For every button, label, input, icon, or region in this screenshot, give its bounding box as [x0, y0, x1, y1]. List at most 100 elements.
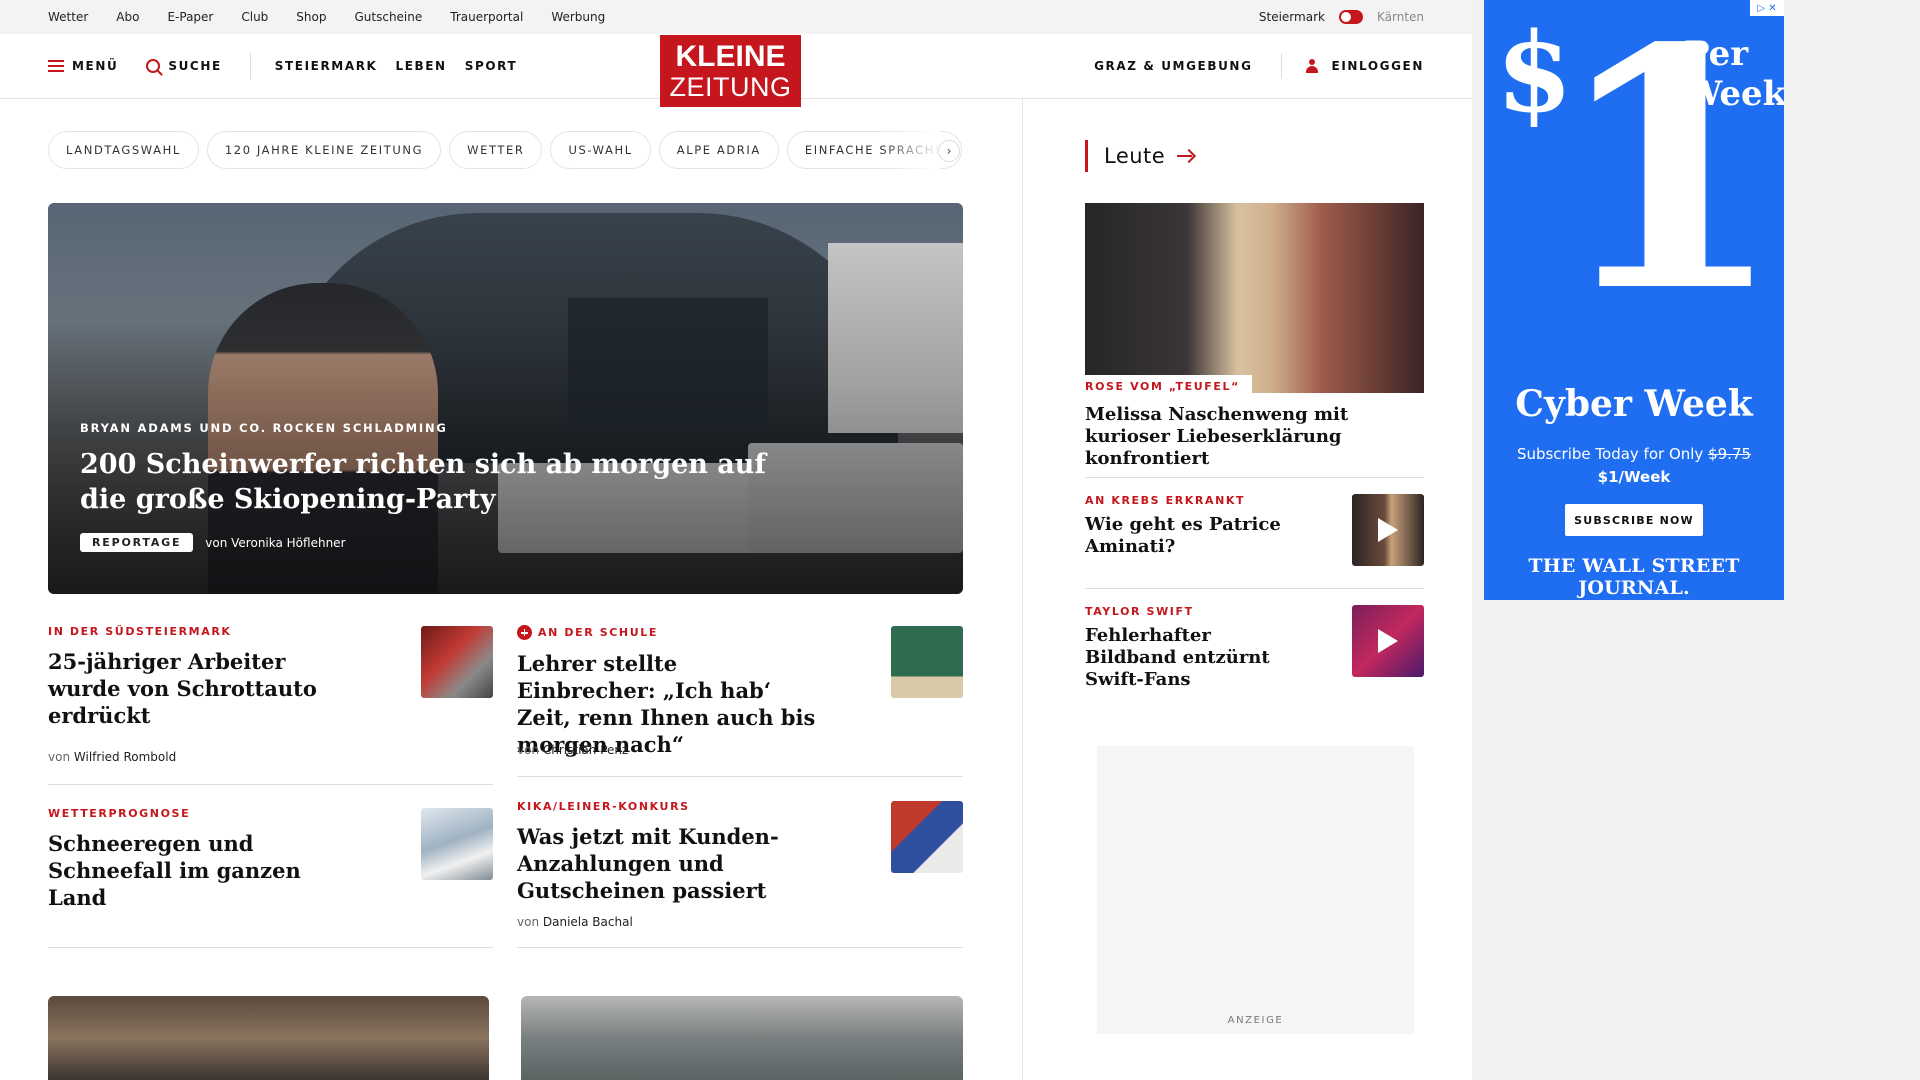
- article-author: von Christian Penz: [517, 743, 628, 757]
- article-image-bottom-right[interactable]: [521, 996, 963, 1080]
- article-card[interactable]: WETTERPROGNOSE Schneeregen und Schneefal…: [48, 807, 493, 910]
- utility-link-werbung[interactable]: Werbung: [551, 10, 605, 24]
- header-right: GRAZ & UMGEBUNG EINLOGGEN: [1094, 34, 1424, 98]
- article-thumbnail[interactable]: [421, 626, 493, 698]
- ad-old-price: $9.75: [1708, 445, 1752, 463]
- pills-fade: [880, 131, 940, 169]
- play-icon: [1378, 629, 1398, 653]
- wsj-advertisement[interactable]: ▷ ✕ $ 1 Per Week Cyber Week Subscribe To…: [1484, 0, 1784, 600]
- pill-us-wahl[interactable]: US-WAHL: [550, 131, 651, 169]
- author-name[interactable]: Wilfried Rombold: [74, 750, 176, 764]
- ad-placeholder: ANZEIGE: [1097, 746, 1414, 1034]
- login-button[interactable]: EINLOGGEN: [1305, 59, 1424, 73]
- logo-line-1: KLEINE: [675, 40, 786, 73]
- article-card[interactable]: KIKA/LEINER-KONKURS Was jetzt mit Kunden…: [517, 800, 963, 940]
- author-prefix: von: [517, 743, 540, 757]
- author-prefix: von: [517, 915, 540, 929]
- utility-link-epaper[interactable]: E-Paper: [167, 10, 213, 24]
- utility-bar: Wetter Abo E-Paper Club Shop Gutscheine …: [0, 0, 1472, 34]
- topic-pills: LANDTAGSWAHL 120 JAHRE KLEINE ZEITUNG WE…: [48, 131, 968, 169]
- author-name[interactable]: Christian Penz: [543, 743, 628, 757]
- video-item[interactable]: AN KREBS ERKRANKT Wie geht es Patrice Am…: [1085, 494, 1424, 566]
- subscribe-now-button[interactable]: SUBSCRIBE NOW: [1565, 504, 1703, 536]
- article-thumbnail[interactable]: [891, 801, 963, 873]
- divider: [48, 947, 493, 948]
- section-heading-leute[interactable]: Leute: [1085, 140, 1195, 172]
- video-thumbnail[interactable]: [1352, 605, 1424, 677]
- hamburger-icon: [48, 60, 64, 72]
- article-title[interactable]: Lehrer stellte Einbrecher: „Ich hab‘ Zei…: [517, 650, 817, 758]
- arrow-right-icon: [1177, 150, 1195, 162]
- article-title[interactable]: Was jetzt mit Kunden-Anzahlungen und Gut…: [517, 823, 817, 904]
- divider: [48, 784, 493, 785]
- login-label: EINLOGGEN: [1331, 59, 1424, 73]
- user-icon: [1305, 59, 1318, 73]
- utility-links: Wetter Abo E-Paper Club Shop Gutscheine …: [48, 0, 633, 34]
- article-image-bottom-left[interactable]: [48, 996, 489, 1080]
- pill-landtagswahl[interactable]: LANDTAGSWAHL: [48, 131, 199, 169]
- region-toggle[interactable]: [1338, 10, 1363, 24]
- article-card[interactable]: AN DER SCHULE Lehrer stellte Einbrecher:…: [517, 625, 963, 760]
- author-name[interactable]: Daniela Bachal: [543, 915, 633, 929]
- region-link-label: GRAZ & UMGEBUNG: [1094, 59, 1253, 73]
- pill-wetter[interactable]: WETTER: [449, 131, 543, 169]
- play-icon: [1378, 518, 1398, 542]
- page: Wetter Abo E-Paper Club Shop Gutscheine …: [0, 0, 1472, 1080]
- nav-sport[interactable]: SPORT: [465, 59, 518, 73]
- video-title[interactable]: Fehlerhafter Bildband entzürnt Swift-Fan…: [1085, 625, 1305, 691]
- chevron-right-icon[interactable]: ›: [938, 140, 960, 162]
- article-card[interactable]: IN DER SÜDSTEIERMARK 25-jähriger Arbeite…: [48, 625, 493, 765]
- search-icon: [146, 59, 161, 73]
- pill-120-jahre[interactable]: 120 JAHRE KLEINE ZEITUNG: [206, 131, 442, 169]
- utility-link-wetter[interactable]: Wetter: [48, 10, 88, 24]
- utility-link-shop[interactable]: Shop: [296, 10, 326, 24]
- column-separator: [1022, 99, 1023, 1080]
- site-logo[interactable]: KLEINE ZEITUNG: [660, 35, 801, 107]
- leute-main-image[interactable]: ROSE VOM „TEUFEL“: [1085, 203, 1424, 393]
- menu-button[interactable]: MENÜ: [48, 59, 118, 73]
- video-thumbnail[interactable]: [1352, 494, 1424, 566]
- pill-alpe-adria[interactable]: ALPE ADRIA: [658, 131, 779, 169]
- region-steiermark[interactable]: Steiermark: [1259, 10, 1325, 24]
- author-prefix: von: [48, 750, 71, 764]
- article-title[interactable]: Schneeregen und Schneefall im ganzen Lan…: [48, 830, 358, 911]
- header-divider-right: [1280, 53, 1282, 79]
- hero-kicker: BRYAN ADAMS UND CO. ROCKEN SCHLADMING: [80, 421, 448, 435]
- article-kicker-text: AN DER SCHULE: [538, 626, 658, 639]
- hero-title[interactable]: 200 Scheinwerfer richten sich ab morgen …: [80, 447, 780, 517]
- leute-main-tag: ROSE VOM „TEUFEL“: [1085, 375, 1252, 393]
- utility-link-abo[interactable]: Abo: [116, 10, 139, 24]
- utility-link-club[interactable]: Club: [241, 10, 268, 24]
- nav-steiermark[interactable]: STEIERMARK: [275, 59, 378, 73]
- leute-main-title[interactable]: Melissa Naschenweng mit kurioser Liebese…: [1085, 404, 1424, 470]
- ad-per-week: Per Week: [1684, 34, 1784, 114]
- search-button[interactable]: SUCHE: [146, 59, 221, 73]
- ad-subscribe-line: Subscribe Today for Only: [1516, 445, 1704, 463]
- article-title[interactable]: 25-jähriger Arbeiter wurde von Schrottau…: [48, 648, 358, 729]
- hero-badge: REPORTAGE: [80, 533, 194, 552]
- ad-cyber-week: Cyber Week: [1515, 383, 1753, 425]
- hero-article[interactable]: BRYAN ADAMS UND CO. ROCKEN SCHLADMING 20…: [48, 203, 963, 594]
- nav-leben[interactable]: LEBEN: [395, 59, 446, 73]
- region-kaernten[interactable]: Kärnten: [1377, 10, 1424, 24]
- article-author: von Daniela Bachal: [517, 915, 633, 929]
- video-title[interactable]: Wie geht es Patrice Aminati?: [1085, 514, 1305, 558]
- utility-link-trauerportal[interactable]: Trauerportal: [450, 10, 523, 24]
- divider: [1085, 588, 1424, 589]
- plus-icon: [517, 625, 532, 640]
- hero-byline: von Veronika Höflehner: [205, 535, 346, 550]
- divider: [517, 947, 963, 948]
- article-author: von Wilfried Rombold: [48, 750, 176, 764]
- menu-label: MENÜ: [72, 59, 119, 73]
- main-header: MENÜ SUCHE STEIERMARK LEBEN SPORT KLEINE…: [0, 34, 1472, 107]
- ad-new-price: $1/Week: [1597, 468, 1671, 486]
- region-link-graz[interactable]: GRAZ & UMGEBUNG: [1094, 59, 1252, 73]
- article-thumbnail[interactable]: [891, 626, 963, 698]
- section-nav: STEIERMARK LEBEN SPORT: [275, 59, 517, 73]
- ad-label: ANZEIGE: [1227, 1015, 1284, 1026]
- hero-caption: BRYAN ADAMS UND CO. ROCKEN SCHLADMING 20…: [80, 421, 780, 552]
- utility-link-gutscheine[interactable]: Gutscheine: [354, 10, 422, 24]
- article-thumbnail[interactable]: [421, 808, 493, 880]
- logo-line-2: ZEITUNG: [669, 72, 792, 102]
- video-item[interactable]: TAYLOR SWIFT Fehlerhafter Bildband entzü…: [1085, 605, 1424, 690]
